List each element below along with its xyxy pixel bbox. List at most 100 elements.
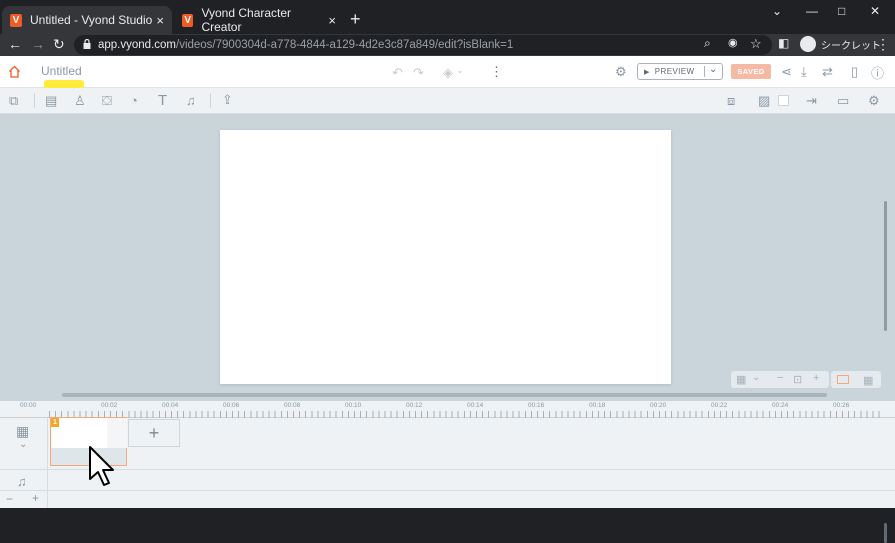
ruler-label: 00:18	[589, 402, 606, 409]
background-image-icon[interactable]: ▨	[758, 93, 770, 109]
timeline: 00:00 00:02 00:04 00:06 00:08 00:10 00:1…	[0, 401, 895, 543]
saved-badge: SAVED	[731, 64, 771, 79]
zoom-controls: ▦ ⌄ − ⊡ +	[731, 371, 829, 388]
view-toggle: ▦	[831, 371, 881, 388]
download-icon[interactable]: ⤓	[801, 64, 807, 80]
app-header: Untitled ↶ ↷ ◈ ⌄ ⋮ ⚙ ▶ PREVIEW ⌄ SAVED ⋖…	[0, 56, 895, 89]
incognito-indicator[interactable]: シークレット	[800, 36, 881, 52]
ruler-label: 00:12	[406, 402, 423, 409]
new-tab-button[interactable]: +	[350, 9, 361, 30]
chevron-down-icon[interactable]: ⌄	[709, 64, 718, 75]
ruler-label: 00:26	[833, 402, 850, 409]
undo-icon[interactable]: ↶	[392, 65, 403, 81]
fit-screen-icon[interactable]: ⊡	[793, 373, 802, 386]
address-bar[interactable]: app.vyond.com/videos/7900304d-a778-4844-…	[74, 35, 772, 55]
reload-icon[interactable]: ↻	[53, 36, 65, 53]
grid-icon[interactable]: ▦	[736, 373, 746, 386]
zoom-in-button[interactable]: +	[813, 372, 819, 384]
browser-toolbar: ← → ↻ app.vyond.com/videos/7900304d-a778…	[0, 34, 895, 56]
lock-icon	[83, 39, 91, 49]
scene-icon[interactable]: ▤	[45, 93, 57, 109]
video-track-icon[interactable]: ▦	[16, 423, 29, 440]
scene-settings-icon[interactable]: ⚙	[868, 93, 880, 109]
swap-icon[interactable]: ⧈	[727, 93, 735, 109]
ruler-label: 00:00	[20, 402, 37, 409]
stage-canvas[interactable]	[220, 130, 671, 384]
horizontal-scrollbar[interactable]	[62, 393, 827, 397]
ruler-label: 00:02	[101, 402, 118, 409]
ruler-label: 00:08	[284, 402, 301, 409]
divider	[704, 66, 705, 77]
character-icon[interactable]: ♙	[74, 93, 86, 109]
mouse-cursor-icon	[89, 446, 114, 486]
url-path: /videos/7900304d-a778-4844-a129-4d2e3c87…	[176, 39, 514, 51]
ruler-label: 00:20	[650, 402, 667, 409]
collapse-track-button[interactable]: −	[6, 492, 13, 506]
timeline-ruler[interactable]: 00:00 00:02 00:04 00:06 00:08 00:10 00:1…	[0, 401, 895, 418]
scene-preview-edge	[107, 418, 127, 448]
home-icon[interactable]	[8, 65, 21, 78]
side-panel-icon[interactable]: ◧	[778, 36, 789, 50]
zoom-out-button[interactable]: −	[777, 372, 783, 384]
upload-icon[interactable]: ⇪	[222, 92, 233, 108]
bookmark-star-icon[interactable]: ☆	[750, 36, 762, 52]
ruler-label: 00:24	[772, 402, 789, 409]
vyond-favicon-icon: V	[10, 13, 22, 27]
settings-gear-icon[interactable]: ⚙	[615, 64, 627, 80]
preview-button[interactable]: ▶ PREVIEW ⌄	[637, 63, 723, 80]
back-icon[interactable]: ←	[8, 36, 22, 52]
tab-vyond-studio[interactable]: V Untitled - Vyond Studio ×	[2, 6, 172, 34]
text-icon[interactable]: T	[158, 92, 167, 109]
scene-preview	[51, 418, 107, 448]
vertical-scrollbar[interactable]	[884, 201, 887, 331]
close-window-button[interactable]: ✕	[870, 4, 880, 18]
more-options-icon[interactable]: ⋮	[490, 64, 503, 80]
tab-vyond-character-creator[interactable]: V Vyond Character Creator ×	[174, 6, 344, 34]
translate-icon[interactable]: ⇄	[822, 64, 833, 80]
tab-title: Untitled - Vyond Studio	[30, 13, 153, 27]
asset-toolbar: ⧉ ▤ ♙ ⛋ ◔ T ♫ ⇪ ⧈ ▨ ⇥ ▭ ⚙	[0, 88, 895, 114]
incognito-label: シークレット	[821, 40, 881, 52]
templates-icon[interactable]: ⧉	[9, 93, 18, 109]
divider	[34, 93, 35, 108]
browser-tab-bar: V Untitled - Vyond Studio × V Vyond Char…	[0, 0, 895, 34]
notes-icon[interactable]: ▯	[851, 64, 858, 80]
forward-icon[interactable]: →	[31, 36, 45, 52]
tab-search-icon[interactable]: ⌄	[772, 4, 782, 18]
project-title[interactable]: Untitled	[41, 64, 82, 78]
help-icon[interactable]: ⓘ	[871, 63, 884, 82]
redo-icon[interactable]: ↷	[413, 65, 424, 81]
restore-button[interactable]: □	[838, 4, 845, 18]
timeline-scrollbar[interactable]	[884, 523, 887, 543]
tab-close-icon[interactable]: ×	[156, 13, 164, 28]
preview-label: PREVIEW	[654, 67, 695, 76]
divider	[210, 93, 211, 108]
music-note-icon[interactable]: ♫	[17, 474, 27, 489]
track-headers: ▦ ⌄ ♫ − +	[0, 418, 48, 508]
ruler-label: 00:22	[711, 402, 728, 409]
chevron-down-icon[interactable]: ⌄	[19, 439, 27, 450]
tracking-blocked-icon[interactable]: ◉	[728, 36, 738, 49]
browser-menu-icon[interactable]: ⋮	[876, 36, 890, 53]
props-icon[interactable]: ⛋	[102, 93, 112, 109]
layers-icon[interactable]: ◈	[443, 65, 453, 81]
audio-icon[interactable]: ♫	[186, 93, 196, 108]
share-icon[interactable]: ⋖	[781, 64, 792, 80]
audio-track[interactable]	[0, 470, 895, 491]
multi-view-icon[interactable]: ▦	[863, 374, 873, 387]
tab-title: Vyond Character Creator	[201, 6, 292, 34]
single-view-icon[interactable]	[837, 375, 849, 384]
zoom-icon[interactable]: ⌕	[704, 36, 711, 51]
chart-icon[interactable]: ◔	[130, 93, 138, 108]
add-track-button[interactable]: +	[32, 491, 39, 505]
enter-effect-icon[interactable]: ⇥	[806, 93, 817, 109]
camera-icon[interactable]: ▭	[837, 93, 849, 109]
minimize-button[interactable]: —	[806, 4, 818, 18]
tab-close-icon[interactable]: ×	[328, 13, 336, 28]
ruler-label: 00:10	[345, 402, 362, 409]
add-scene-button[interactable]: +	[128, 419, 180, 447]
chevron-down-icon[interactable]: ⌄	[456, 65, 464, 76]
chevron-down-icon[interactable]: ⌄	[752, 372, 760, 383]
vyond-favicon-icon: V	[182, 13, 194, 27]
background-color-swatch[interactable]	[778, 95, 789, 106]
